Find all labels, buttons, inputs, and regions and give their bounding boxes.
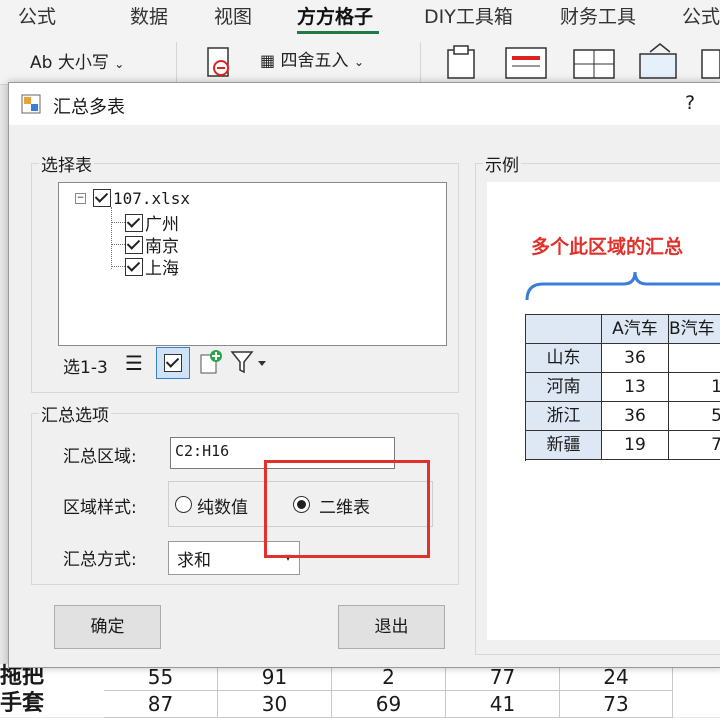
ribbon-separator	[176, 42, 177, 82]
document-minus-icon[interactable]	[206, 46, 234, 85]
range-label: 汇总区域:	[63, 447, 137, 467]
highlight-box	[264, 460, 430, 558]
method-label: 汇总方式:	[63, 550, 137, 570]
row-label[interactable]: 手套	[0, 691, 44, 717]
help-button[interactable]: ?	[685, 92, 695, 114]
checkbox-checked-icon[interactable]	[93, 189, 111, 207]
checkbox-checked-icon[interactable]	[125, 257, 143, 276]
form-icon[interactable]	[504, 44, 550, 85]
tab-view[interactable]: 视图	[214, 2, 252, 29]
table-row: 手套 87 30 69 41 73	[0, 691, 720, 718]
example-cell: 36	[602, 344, 669, 373]
radio-off-icon	[175, 496, 192, 513]
table-cell[interactable]: 41	[446, 691, 560, 718]
select-sheets-label: 选择表	[39, 151, 94, 176]
example-header-cell	[526, 315, 602, 344]
brace-icon	[525, 271, 720, 301]
example-preview: 多个此区域的汇总 A汽车 B汽车 山东 36 河南 13 1 浙江 36 5 新…	[487, 182, 720, 640]
table-icon[interactable]	[572, 44, 618, 85]
dialog-titlebar[interactable]: 汇总多表 ?	[9, 83, 720, 125]
tree-item-root[interactable]: 107.xlsx	[93, 188, 190, 208]
example-row-label: 山东	[526, 344, 602, 373]
tab-fangfang[interactable]: 方方格子	[297, 2, 373, 29]
table-cell[interactable]: 55	[104, 664, 218, 691]
list-icon[interactable]: ☰	[125, 351, 143, 375]
example-cell: 36	[602, 402, 669, 431]
table-cell[interactable]: 91	[218, 664, 332, 691]
tab-finance-tools[interactable]: 财务工具	[560, 2, 636, 29]
chevron-down-icon: ⌄	[114, 57, 125, 71]
table-cell[interactable]: 2	[332, 664, 446, 691]
grid-icon: ▦	[260, 51, 276, 70]
radio-label: 纯数值	[197, 498, 248, 518]
exit-button[interactable]: 退出	[338, 605, 445, 649]
sheet-tree[interactable]: − 107.xlsx 广州 南京 上海	[58, 182, 447, 346]
example-row-label: 浙江	[526, 402, 602, 431]
collapse-icon[interactable]: −	[75, 193, 86, 204]
example-label: 示例	[483, 151, 521, 176]
example-cell: 1	[669, 373, 720, 402]
worksheet-area: 拖把 55 91 2 77 24 手套 87 30 69 41 73	[0, 664, 720, 718]
example-cell: 19	[602, 431, 669, 460]
ok-button[interactable]: 确定	[54, 605, 161, 649]
tree-item-label: 上海	[145, 259, 179, 279]
example-row-label: 新疆	[526, 431, 602, 460]
case-button-label: Ab 大小写	[30, 53, 109, 73]
selection-count-label: 选1-3	[63, 358, 108, 378]
filter-icon[interactable]	[230, 349, 270, 379]
example-cell: 5	[669, 402, 720, 431]
tab-diy-toolbox[interactable]: DIY工具箱	[424, 2, 513, 29]
checkbox-checked-icon[interactable]	[125, 213, 143, 232]
summarize-sheets-dialog: 汇总多表 ? 选择表 − 107.xlsx 广州 南京 上海 选1-3 ☰ 汇总…	[8, 82, 720, 668]
table-cell[interactable]: 24	[560, 664, 673, 691]
example-caption: 多个此区域的汇总	[531, 236, 684, 258]
range-input-value: C2:H16	[175, 442, 230, 460]
table-cell[interactable]: 87	[104, 691, 218, 718]
example-row-label: 河南	[526, 373, 602, 402]
example-header-cell: A汽车	[602, 315, 669, 344]
tab-formulas-2[interactable]: 公式	[682, 2, 720, 29]
tree-item-shanghai[interactable]: 上海	[111, 254, 179, 279]
tab-formulas[interactable]: 公式	[18, 2, 56, 29]
table-icon-2[interactable]	[700, 44, 720, 85]
tree-item-label: 107.xlsx	[113, 188, 191, 208]
checkbox-checked-icon	[164, 354, 182, 372]
clipboard-icon[interactable]	[442, 44, 482, 85]
select-all-button[interactable]	[156, 347, 190, 379]
round-button[interactable]: ▦ 四舍五入 ⌄	[260, 46, 364, 71]
example-header-cell: B汽车	[669, 315, 720, 344]
chevron-down-icon: ⌄	[353, 55, 364, 69]
ribbon-body: Ab 大小写 ⌄ ▦ 四舍五入 ⌄	[0, 34, 720, 85]
dialog-title: 汇总多表	[53, 97, 125, 118]
example-cell	[669, 344, 720, 373]
table-cell[interactable]: 73	[560, 691, 673, 718]
ribbon-tab-bar: 公式 数据 视图 方方格子 DIY工具箱 财务工具 公式	[0, 0, 720, 34]
method-select-value: 求和	[177, 551, 211, 571]
checkbox-checked-icon[interactable]	[125, 235, 143, 254]
table-cell[interactable]: 30	[218, 691, 332, 718]
round-button-label: 四舍五入	[280, 51, 349, 71]
app-icon	[21, 94, 41, 118]
style-label: 区域样式:	[63, 498, 137, 518]
example-cell: 7	[669, 431, 720, 460]
table-cell[interactable]: 69	[332, 691, 446, 718]
example-table: A汽车 B汽车 山东 36 河南 13 1 浙江 36 5 新疆 19 7	[525, 314, 720, 461]
tab-data[interactable]: 数据	[130, 2, 168, 29]
case-button[interactable]: Ab 大小写 ⌄	[30, 48, 124, 73]
example-cell: 13	[602, 373, 669, 402]
add-sheet-icon[interactable]	[199, 349, 223, 379]
table-cell[interactable]: 77	[446, 664, 560, 691]
ribbon-separator	[420, 42, 421, 82]
summary-options-label: 汇总选项	[39, 401, 111, 426]
swap-icon[interactable]	[636, 42, 682, 85]
